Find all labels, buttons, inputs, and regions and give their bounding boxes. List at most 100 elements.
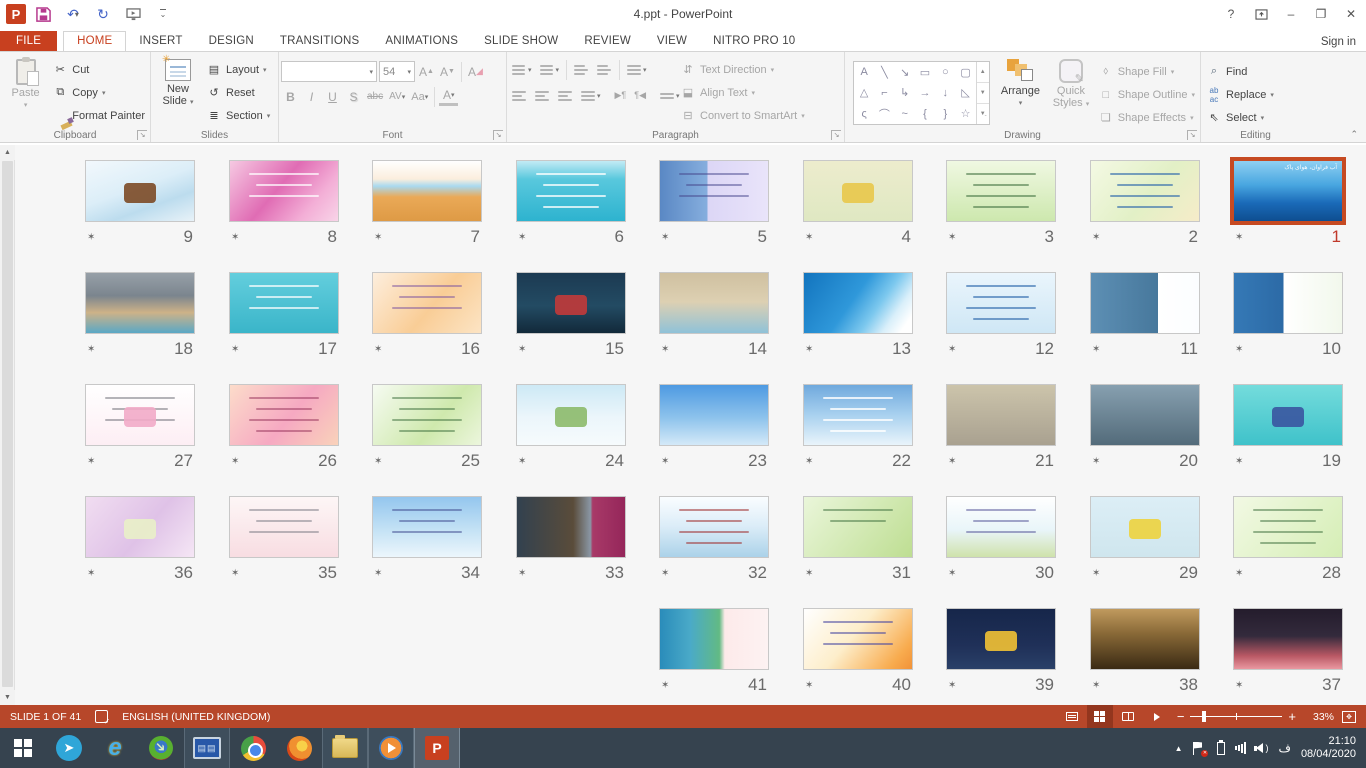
taskbar-start-button[interactable] bbox=[0, 728, 46, 768]
clear-formatting-button[interactable]: A◢ bbox=[466, 61, 485, 82]
shape-glyph-16[interactable]: } bbox=[935, 103, 955, 124]
slide-thumbnail-11[interactable] bbox=[1090, 272, 1200, 334]
tab-transitions[interactable]: TRANSITIONS bbox=[267, 32, 373, 51]
bullets-button[interactable]: ▾ bbox=[509, 59, 535, 80]
help-icon[interactable]: ? bbox=[1216, 1, 1246, 27]
shape-glyph-15[interactable]: { bbox=[915, 103, 935, 124]
decrease-indent-button[interactable] bbox=[571, 59, 592, 80]
save-icon[interactable] bbox=[30, 3, 56, 25]
scrollbar-thumb[interactable] bbox=[2, 161, 13, 687]
select-button[interactable]: ⇖Select▾ bbox=[1203, 107, 1277, 128]
customize-qat-icon[interactable]: ⌄ bbox=[150, 3, 176, 25]
taskbar-telegram-button[interactable]: ➤ bbox=[46, 728, 92, 768]
language-status[interactable]: ENGLISH (UNITED KINGDOM) bbox=[122, 711, 270, 723]
slide-thumbnail-16[interactable] bbox=[372, 272, 482, 334]
slide-thumbnail-26[interactable] bbox=[229, 384, 339, 446]
tab-file[interactable]: FILE bbox=[0, 31, 57, 51]
font-name-combo[interactable]: ▾ bbox=[281, 61, 377, 82]
underline-button[interactable]: U bbox=[323, 86, 342, 107]
slide-thumbnail-36[interactable] bbox=[85, 496, 195, 558]
slide-thumbnail-2[interactable] bbox=[1090, 160, 1200, 222]
tab-slide-show[interactable]: SLIDE SHOW bbox=[471, 32, 571, 51]
slide-thumbnail-30[interactable] bbox=[946, 496, 1056, 558]
zoom-slider-thumb[interactable] bbox=[1202, 711, 1206, 722]
justify-button[interactable]: ▾ bbox=[578, 85, 604, 106]
tab-review[interactable]: REVIEW bbox=[571, 32, 644, 51]
network-signal-icon[interactable] bbox=[1235, 742, 1246, 754]
scroll-down-icon[interactable]: ▼ bbox=[0, 690, 15, 705]
align-text-button[interactable]: ⬓Align Text▾ bbox=[677, 82, 808, 103]
shape-glyph-11[interactable]: ◺ bbox=[955, 83, 975, 104]
copy-button[interactable]: ⧉Copy▾ bbox=[49, 82, 148, 103]
shapes-gallery[interactable]: A╲↘▭○▢△⌐↳→↓◺ς⌒~{}☆ ▲ ▼ ▼̱ bbox=[853, 61, 990, 125]
taskbar-firefox-button[interactable] bbox=[276, 728, 322, 768]
align-right-button[interactable] bbox=[555, 85, 576, 106]
shapes-more-icon[interactable]: ▼̱ bbox=[977, 103, 989, 124]
strikethrough-button[interactable]: abc bbox=[365, 86, 385, 107]
shape-glyph-2[interactable]: ↘ bbox=[895, 62, 915, 83]
volume-icon[interactable]: ) bbox=[1256, 743, 1268, 753]
shrink-font-button[interactable]: A▼ bbox=[438, 61, 457, 82]
paste-button[interactable]: Paste▾ bbox=[2, 55, 49, 127]
slide-thumbnail-27[interactable] bbox=[85, 384, 195, 446]
zoom-slider[interactable] bbox=[1190, 716, 1282, 717]
slide-thumbnail-15[interactable] bbox=[516, 272, 626, 334]
slide-thumbnail-37[interactable] bbox=[1233, 608, 1343, 670]
shape-glyph-13[interactable]: ⌒ bbox=[874, 103, 894, 124]
redo-icon[interactable]: ↻ bbox=[90, 3, 116, 25]
font-color-button[interactable]: A▾ bbox=[439, 88, 458, 106]
slide-thumbnail-1[interactable]: آب فراوان، هوای پاک bbox=[1233, 160, 1343, 222]
slide-thumbnail-22[interactable] bbox=[803, 384, 913, 446]
slide-thumbnail-4[interactable] bbox=[803, 160, 913, 222]
align-center-button[interactable] bbox=[532, 85, 553, 106]
restore-icon[interactable]: ❐ bbox=[1306, 1, 1336, 27]
taskbar-idm-button[interactable] bbox=[138, 728, 184, 768]
new-slide-button[interactable]: NewSlide ▾ bbox=[153, 55, 203, 127]
text-direction-button[interactable]: ⇵Text Direction▾ bbox=[677, 59, 808, 80]
slide-thumbnail-35[interactable] bbox=[229, 496, 339, 558]
slide-thumbnail-41[interactable] bbox=[659, 608, 769, 670]
clipboard-dialog-launcher[interactable]: ↘ bbox=[137, 130, 147, 140]
section-button[interactable]: ≣Section▾ bbox=[203, 105, 273, 126]
bold-button[interactable]: B bbox=[281, 86, 300, 107]
vertical-scrollbar[interactable]: ▲ ▼ bbox=[0, 145, 15, 705]
show-hidden-icons[interactable]: ▲ bbox=[1175, 744, 1183, 753]
slide-thumbnail-29[interactable] bbox=[1090, 496, 1200, 558]
power-icon[interactable] bbox=[1217, 742, 1225, 755]
slide-thumbnail-3[interactable] bbox=[946, 160, 1056, 222]
slide-thumbnail-8[interactable] bbox=[229, 160, 339, 222]
action-center-icon[interactable]: ✕ bbox=[1192, 742, 1205, 755]
shape-glyph-1[interactable]: ╲ bbox=[874, 62, 894, 83]
text-shadow-button[interactable]: S bbox=[344, 86, 363, 107]
slide-thumbnail-34[interactable] bbox=[372, 496, 482, 558]
start-from-beginning-icon[interactable] bbox=[120, 3, 146, 25]
zoom-out-button[interactable]: − bbox=[1177, 709, 1185, 724]
format-painter-button[interactable]: Format Painter bbox=[49, 105, 148, 126]
cut-button[interactable]: ✂Cut bbox=[49, 59, 148, 80]
zoom-level[interactable]: 33% bbox=[1304, 711, 1334, 723]
sign-in-link[interactable]: Sign in bbox=[1321, 36, 1356, 48]
scroll-up-icon[interactable]: ▲ bbox=[0, 145, 15, 160]
ltr-text-button[interactable]: ▶¶ bbox=[612, 85, 630, 106]
slide-thumbnail-13[interactable] bbox=[803, 272, 913, 334]
grow-font-button[interactable]: A▲ bbox=[417, 61, 436, 82]
language-indicator[interactable]: ف bbox=[1278, 741, 1290, 755]
taskbar-file-explorer-button[interactable] bbox=[322, 728, 368, 768]
proofing-icon[interactable] bbox=[95, 710, 108, 723]
font-size-combo[interactable]: 54▾ bbox=[379, 61, 415, 82]
shape-glyph-14[interactable]: ~ bbox=[895, 103, 915, 124]
drawing-dialog-launcher[interactable]: ↘ bbox=[1187, 130, 1197, 140]
tab-nitro-pro-10[interactable]: NITRO PRO 10 bbox=[700, 32, 808, 51]
shape-outline-button[interactable]: □Shape Outline▾ bbox=[1095, 84, 1198, 105]
shape-glyph-0[interactable]: A bbox=[854, 62, 874, 83]
ribbon-display-options-icon[interactable] bbox=[1246, 1, 1276, 27]
replace-button[interactable]: abacReplace▾ bbox=[1203, 84, 1277, 105]
quick-styles-button[interactable]: QuickStyles ▾ bbox=[1047, 55, 1095, 127]
tab-view[interactable]: VIEW bbox=[644, 32, 700, 51]
shape-glyph-7[interactable]: ⌐ bbox=[874, 83, 894, 104]
paragraph-dialog-launcher[interactable]: ↘ bbox=[831, 130, 841, 140]
tab-animations[interactable]: ANIMATIONS bbox=[372, 32, 471, 51]
find-button[interactable]: ⌕Find bbox=[1203, 61, 1277, 82]
tab-design[interactable]: DESIGN bbox=[196, 32, 267, 51]
reset-button[interactable]: ↺Reset bbox=[203, 82, 273, 103]
